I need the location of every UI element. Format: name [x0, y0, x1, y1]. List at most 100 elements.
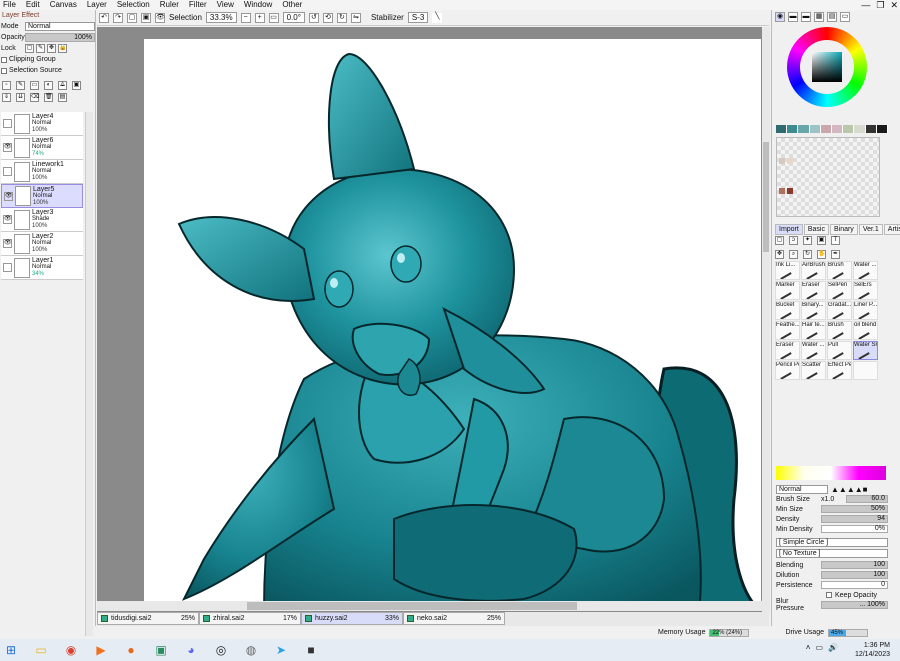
color-swatch[interactable]	[820, 125, 833, 133]
color-swatch[interactable]	[876, 125, 889, 133]
color-swatch[interactable]	[787, 125, 799, 133]
deselect-icon[interactable]: ▢	[127, 12, 137, 23]
stabilizer-select[interactable]: S-3	[407, 12, 429, 23]
discord-icon[interactable]: ◕	[180, 641, 202, 659]
blur-pressure-slider[interactable]: ... 100%	[821, 601, 888, 609]
swatches-icon[interactable]: ▤	[827, 12, 837, 22]
canvas-horizontal-scrollbar[interactable]	[97, 601, 762, 611]
mode-select[interactable]: Normal	[25, 22, 95, 31]
chevron-up-icon[interactable]: ˄	[806, 643, 811, 652]
brush-slot[interactable]: Brush	[827, 261, 852, 280]
dilution-slider[interactable]: 100	[821, 571, 888, 579]
color-bar[interactable]	[776, 466, 886, 480]
visibility-eye-icon[interactable]	[3, 167, 12, 176]
opacity-slider[interactable]: 100%	[25, 33, 95, 42]
document-tab[interactable]: huzzy.sai2 33%	[301, 612, 403, 625]
hand-icon[interactable]: ✋	[817, 250, 826, 259]
menu-window[interactable]: Window	[241, 0, 279, 10]
firefox-icon[interactable]: ●	[120, 641, 142, 659]
restore-button[interactable]: ❐	[876, 0, 884, 10]
clear-layer-icon[interactable]: ⌫	[30, 92, 39, 102]
minimize-button[interactable]: —	[861, 0, 870, 10]
menu-selection[interactable]: Selection	[114, 0, 157, 10]
color-swatch[interactable]	[854, 125, 866, 133]
zoom-out-icon[interactable]: −	[240, 12, 251, 23]
network-icon[interactable]: ▭	[815, 643, 823, 652]
new-layer-icon[interactable]: ▫	[2, 80, 11, 90]
visibility-eye-icon[interactable]: 👁	[4, 191, 13, 201]
brush-slot[interactable]: Ink Li...	[775, 261, 800, 280]
visibility-eye-icon[interactable]	[3, 119, 12, 128]
rotate-right-icon[interactable]: ↻	[336, 12, 347, 23]
visibility-eye-icon[interactable]: 👁	[3, 239, 12, 248]
menu-view[interactable]: View	[214, 0, 241, 10]
visibility-eye-icon[interactable]: 👁	[3, 143, 12, 152]
layer-row[interactable]: 👁 Layer6 Normal 74%	[1, 136, 83, 160]
recent-colors-swatch[interactable]	[776, 125, 889, 133]
lock-move-icon[interactable]: ✥	[47, 44, 56, 53]
document-tab[interactable]: tidusdigi.sai2 25%	[97, 612, 199, 625]
zoom-in-icon[interactable]: +	[254, 12, 265, 23]
visibility-eye-icon[interactable]: 👁	[3, 215, 12, 224]
color-palette-grid[interactable]	[776, 137, 880, 217]
volume-icon[interactable]: 🔊	[828, 643, 838, 652]
invert-selection-icon[interactable]: ▣	[141, 12, 151, 23]
brush-slot[interactable]: Pull	[827, 341, 852, 360]
color-swatch[interactable]	[832, 125, 844, 133]
color-swatch[interactable]	[798, 125, 810, 133]
toolset-tab[interactable]: Basic	[803, 224, 829, 235]
brush-size-multiplier[interactable]: x1.0	[821, 496, 843, 503]
scratchpad-icon[interactable]: ▭	[840, 12, 850, 22]
brush-slot[interactable]: Liner P...	[853, 301, 878, 320]
app2-icon[interactable]: ◍	[240, 641, 262, 659]
visibility-eye-icon[interactable]	[3, 263, 12, 272]
color-swatch[interactable]	[865, 125, 877, 133]
new-linework-icon[interactable]: ✎	[16, 80, 25, 90]
brush-slot[interactable]: Brush	[827, 321, 852, 340]
brush-slot[interactable]: Hair te...	[801, 321, 826, 340]
layer-row[interactable]: 👁 Layer3 Shade 100%	[1, 208, 83, 232]
obs-icon[interactable]: ◎	[210, 641, 232, 659]
magic-wand-icon[interactable]: ✦	[803, 236, 812, 245]
layer-row[interactable]: Layer1 Normal 34%	[1, 256, 83, 280]
flip-horizontal-icon[interactable]: ⇋	[350, 12, 361, 23]
file-explorer-icon[interactable]: ▭	[30, 641, 52, 659]
new-folder-icon[interactable]: ▭	[30, 80, 39, 90]
layer-icon[interactable]: ▣	[817, 236, 826, 245]
brush-slot[interactable]: Pencil Poju	[775, 361, 800, 380]
color-swatch[interactable]	[809, 125, 821, 133]
undo-icon[interactable]: ↶	[99, 12, 109, 23]
palette-color[interactable]	[787, 158, 793, 164]
layer-effect-title[interactable]: Layer Effect	[0, 10, 95, 21]
line-straight-icon[interactable]: ╲	[432, 12, 443, 23]
zoom-select[interactable]: 33.3%	[205, 12, 237, 23]
brush-slot[interactable]: oil blend	[853, 321, 878, 340]
selection-source-checkbox[interactable]	[1, 67, 7, 74]
layer-row[interactable]: Layer4 Normal 100%	[1, 112, 83, 136]
layer-mask-icon[interactable]: ◐	[44, 80, 53, 90]
brush-slot[interactable]: Effect Pen	[827, 361, 852, 380]
canvas-area[interactable]	[97, 27, 769, 612]
min-size-slider[interactable]: 50%	[821, 505, 888, 513]
media-player-icon[interactable]: ▶	[90, 641, 112, 659]
color-palette-icon[interactable]: ▦	[814, 12, 824, 22]
palette-color[interactable]	[779, 158, 785, 164]
brush-slot[interactable]: Feathe...	[775, 321, 800, 340]
layer-scrollbar[interactable]	[85, 112, 93, 636]
toolset-tab[interactable]: Binary	[829, 224, 858, 235]
density-slider[interactable]: 94	[821, 515, 888, 523]
menu-edit[interactable]: Edit	[23, 0, 47, 10]
menu-canvas[interactable]: Canvas	[47, 0, 84, 10]
keep-opacity-checkbox[interactable]	[826, 592, 832, 598]
delete-layer-icon[interactable]: 🗑	[44, 92, 53, 102]
zoom-icon[interactable]: ⌕	[789, 250, 798, 259]
fill-icon[interactable]: ⟁	[58, 80, 67, 90]
horizontal-scroll-thumb[interactable]	[247, 602, 577, 610]
layer-row[interactable]: 👁 Layer2 Normal 100%	[1, 232, 83, 256]
selection-visibility-icon[interactable]: 👁	[155, 12, 165, 23]
document-tab[interactable]: neko.sai2 25%	[403, 612, 505, 625]
brush-shape-icons[interactable]: ▲▲▲▲■	[831, 485, 868, 494]
palette-color[interactable]	[779, 188, 785, 194]
brush-slot[interactable]: Bucket	[775, 301, 800, 320]
menu-ruler[interactable]: Ruler	[157, 0, 186, 10]
